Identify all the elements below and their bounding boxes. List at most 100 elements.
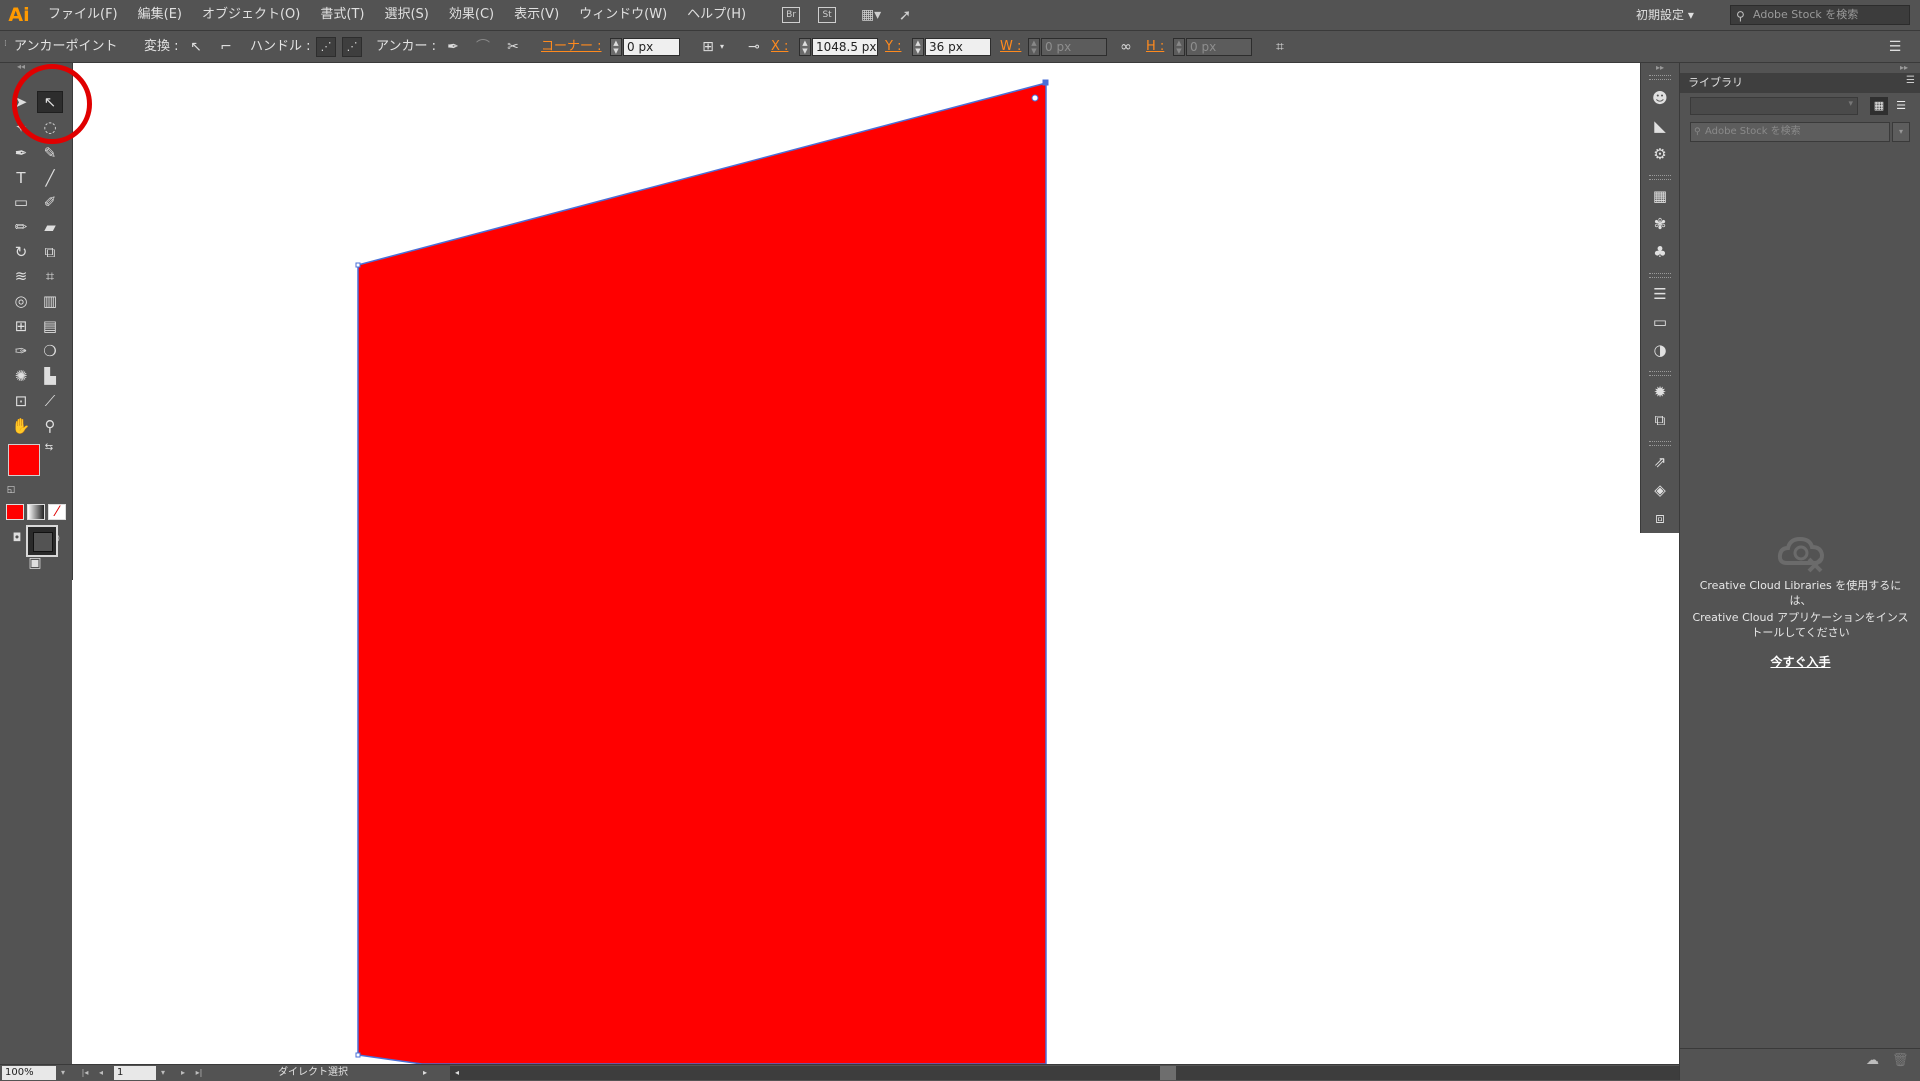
zoom-dropdown-icon[interactable]: ▾ (56, 1065, 70, 1081)
graph-tool-icon[interactable]: ▙ (37, 365, 63, 387)
graphic-styles-icon[interactable]: ⧉ (1649, 409, 1671, 431)
shaper-tool-icon[interactable]: ✏ (8, 216, 34, 238)
brushes-icon[interactable]: ✾ (1649, 213, 1671, 235)
stock-icon[interactable]: St (818, 7, 837, 23)
stroke-swatch[interactable] (26, 525, 58, 557)
arrange-documents-icon[interactable]: ▦▾ (858, 7, 884, 23)
hand-tool-icon[interactable]: ✋ (8, 415, 34, 437)
last-artboard-icon[interactable]: ▸| (192, 1065, 206, 1081)
gradient-tool-icon[interactable]: ▤ (37, 315, 63, 337)
y-spinner[interactable]: ▲ ▼ (912, 38, 924, 56)
type-tool-icon[interactable]: T (8, 167, 34, 189)
cut-path-icon[interactable]: ✂ (503, 37, 523, 57)
grid-view-icon[interactable]: ▦ (1870, 97, 1888, 115)
export-icon[interactable]: ⇗ (1649, 451, 1671, 473)
stroke-panel-icon[interactable]: ☰ (1649, 283, 1671, 305)
horizontal-scrollbar[interactable]: ◂ (450, 1066, 1679, 1080)
library-tab[interactable]: ライブラリ (1688, 73, 1743, 93)
rectangle-tool-icon[interactable]: ▭ (8, 191, 34, 213)
x-spinner[interactable]: ▲ ▼ (799, 38, 811, 56)
symbol-sprayer-tool-icon[interactable]: ✺ (8, 365, 34, 387)
y-field[interactable]: 36 px (925, 38, 991, 56)
link-icon[interactable]: ∞ (1116, 37, 1136, 57)
curvature-tool-icon[interactable]: ✎ (37, 142, 63, 164)
zoom-field[interactable]: 100% (2, 1066, 56, 1080)
gradient-panel-icon[interactable]: ▭ (1649, 311, 1671, 333)
dock-collapse-icon[interactable]: ▸▸ (1649, 63, 1671, 73)
menu-file[interactable]: ファイル(F) (38, 0, 128, 30)
red-quadrilateral-shape[interactable] (357, 82, 1047, 1064)
recolor-icon[interactable]: ⚙ (1649, 143, 1671, 165)
artboard-dropdown-icon[interactable]: ▾ (156, 1065, 170, 1081)
anchor-point-top-right[interactable] (1042, 79, 1049, 86)
fill-swatch[interactable] (8, 444, 40, 476)
none-mode-button[interactable]: ⁄ (48, 504, 66, 520)
corner-spinner[interactable]: ▲ ▼ (610, 38, 622, 56)
y-label[interactable]: Y : (885, 31, 901, 62)
zoom-tool-icon[interactable]: ⚲ (37, 415, 63, 437)
transparency-icon[interactable]: ◑ (1649, 339, 1671, 361)
color-mode-button[interactable] (6, 504, 24, 520)
artboards-icon[interactable]: ⧈ (1649, 507, 1671, 529)
artboard-canvas[interactable] (72, 63, 1679, 1064)
remove-anchor-icon[interactable]: ✒ (443, 37, 463, 57)
draw-normal-icon[interactable]: ◘ (8, 530, 26, 546)
shape-builder-tool-icon[interactable]: ◎ (8, 290, 34, 312)
get-now-link[interactable]: 今すぐ入手 (1680, 653, 1920, 670)
menu-select[interactable]: 選択(S) (374, 0, 438, 30)
next-artboard-icon[interactable]: ▸ (176, 1065, 190, 1081)
gradient-mode-button[interactable] (27, 504, 45, 520)
pen-tool-icon[interactable]: ✒ (8, 142, 34, 164)
appearance-icon[interactable]: ✹ (1649, 381, 1671, 403)
first-artboard-icon[interactable]: |◂ (78, 1065, 92, 1081)
bridge-icon[interactable]: Br (782, 7, 801, 23)
menu-edit[interactable]: 編集(E) (128, 0, 192, 30)
panel-menu-icon[interactable]: ☰ (1885, 37, 1905, 57)
workspace-switcher[interactable]: 初期設定 ▾ (1636, 5, 1694, 25)
blend-tool-icon[interactable]: ❍ (37, 340, 63, 362)
anchor-point-bottom-left[interactable] (355, 1052, 361, 1058)
library-menu-icon[interactable]: ☰ (1906, 75, 1915, 86)
corner-widget[interactable] (1031, 94, 1039, 102)
previous-artboard-icon[interactable]: ◂ (94, 1065, 108, 1081)
menu-window[interactable]: ウィンドウ(W) (569, 0, 677, 30)
line-tool-icon[interactable]: ╱ (37, 167, 63, 189)
menu-object[interactable]: オブジェクト(O) (192, 0, 310, 30)
menu-type[interactable]: 書式(T) (310, 0, 374, 30)
status-menu-icon[interactable]: ▸ (418, 1065, 432, 1081)
swatches-icon[interactable]: ▦ (1649, 185, 1671, 207)
convert-to-corner-icon[interactable]: ↖ (186, 37, 206, 57)
eraser-tool-icon[interactable]: ▰ (37, 216, 63, 238)
chevron-down-icon[interactable]: ▾ (712, 37, 732, 57)
layers-icon[interactable]: ◈ (1649, 479, 1671, 501)
width-tool-icon[interactable]: ≋ (8, 265, 34, 287)
align-to-selection-icon[interactable]: ⊸ (744, 37, 764, 57)
artboard-number-field[interactable]: 1 (114, 1066, 156, 1080)
artboard-tool-icon[interactable]: ⊡ (8, 390, 34, 412)
scale-tool-icon[interactable]: ⧉ (37, 241, 63, 263)
default-fill-stroke-icon[interactable]: ◱ (4, 483, 18, 497)
menu-view[interactable]: 表示(V) (504, 0, 569, 30)
eyedropper-tool-icon[interactable]: ✑ (8, 340, 34, 362)
free-transform-tool-icon[interactable]: ⌗ (37, 265, 63, 287)
slice-tool-icon[interactable]: ⟋ (37, 390, 63, 412)
color-guide-icon[interactable]: ◣ (1649, 115, 1671, 137)
color-panel-icon[interactable]: ☻ (1649, 87, 1671, 109)
paintbrush-tool-icon[interactable]: ✐ (37, 191, 63, 213)
grip-icon[interactable]: ⁞ (4, 29, 7, 60)
rotate-tool-icon[interactable]: ↻ (8, 241, 34, 263)
symbols-icon[interactable]: ♣ (1649, 241, 1671, 263)
sync-status-icon[interactable]: ☁ (1866, 1053, 1879, 1068)
library-collapse-icon[interactable]: ▸▸ (1900, 63, 1908, 72)
x-field[interactable]: 1048.5 px (812, 38, 878, 56)
convert-to-smooth-icon[interactable]: ⌐ (216, 37, 236, 57)
gpu-rocket-icon[interactable]: ➚ (896, 6, 914, 24)
mesh-tool-icon[interactable]: ⊞ (8, 315, 34, 337)
anchor-point-top-left[interactable] (355, 262, 361, 268)
stock-search-input[interactable]: ⚲ Adobe Stock を検索 (1730, 5, 1910, 25)
scrollbar-thumb[interactable] (1160, 1066, 1176, 1080)
corner-field[interactable]: 0 px (623, 38, 680, 56)
hide-handles-icon[interactable]: ⋰ (342, 37, 362, 57)
show-handles-icon[interactable]: ⋰ (316, 37, 336, 57)
list-view-icon[interactable]: ☰ (1892, 97, 1910, 115)
